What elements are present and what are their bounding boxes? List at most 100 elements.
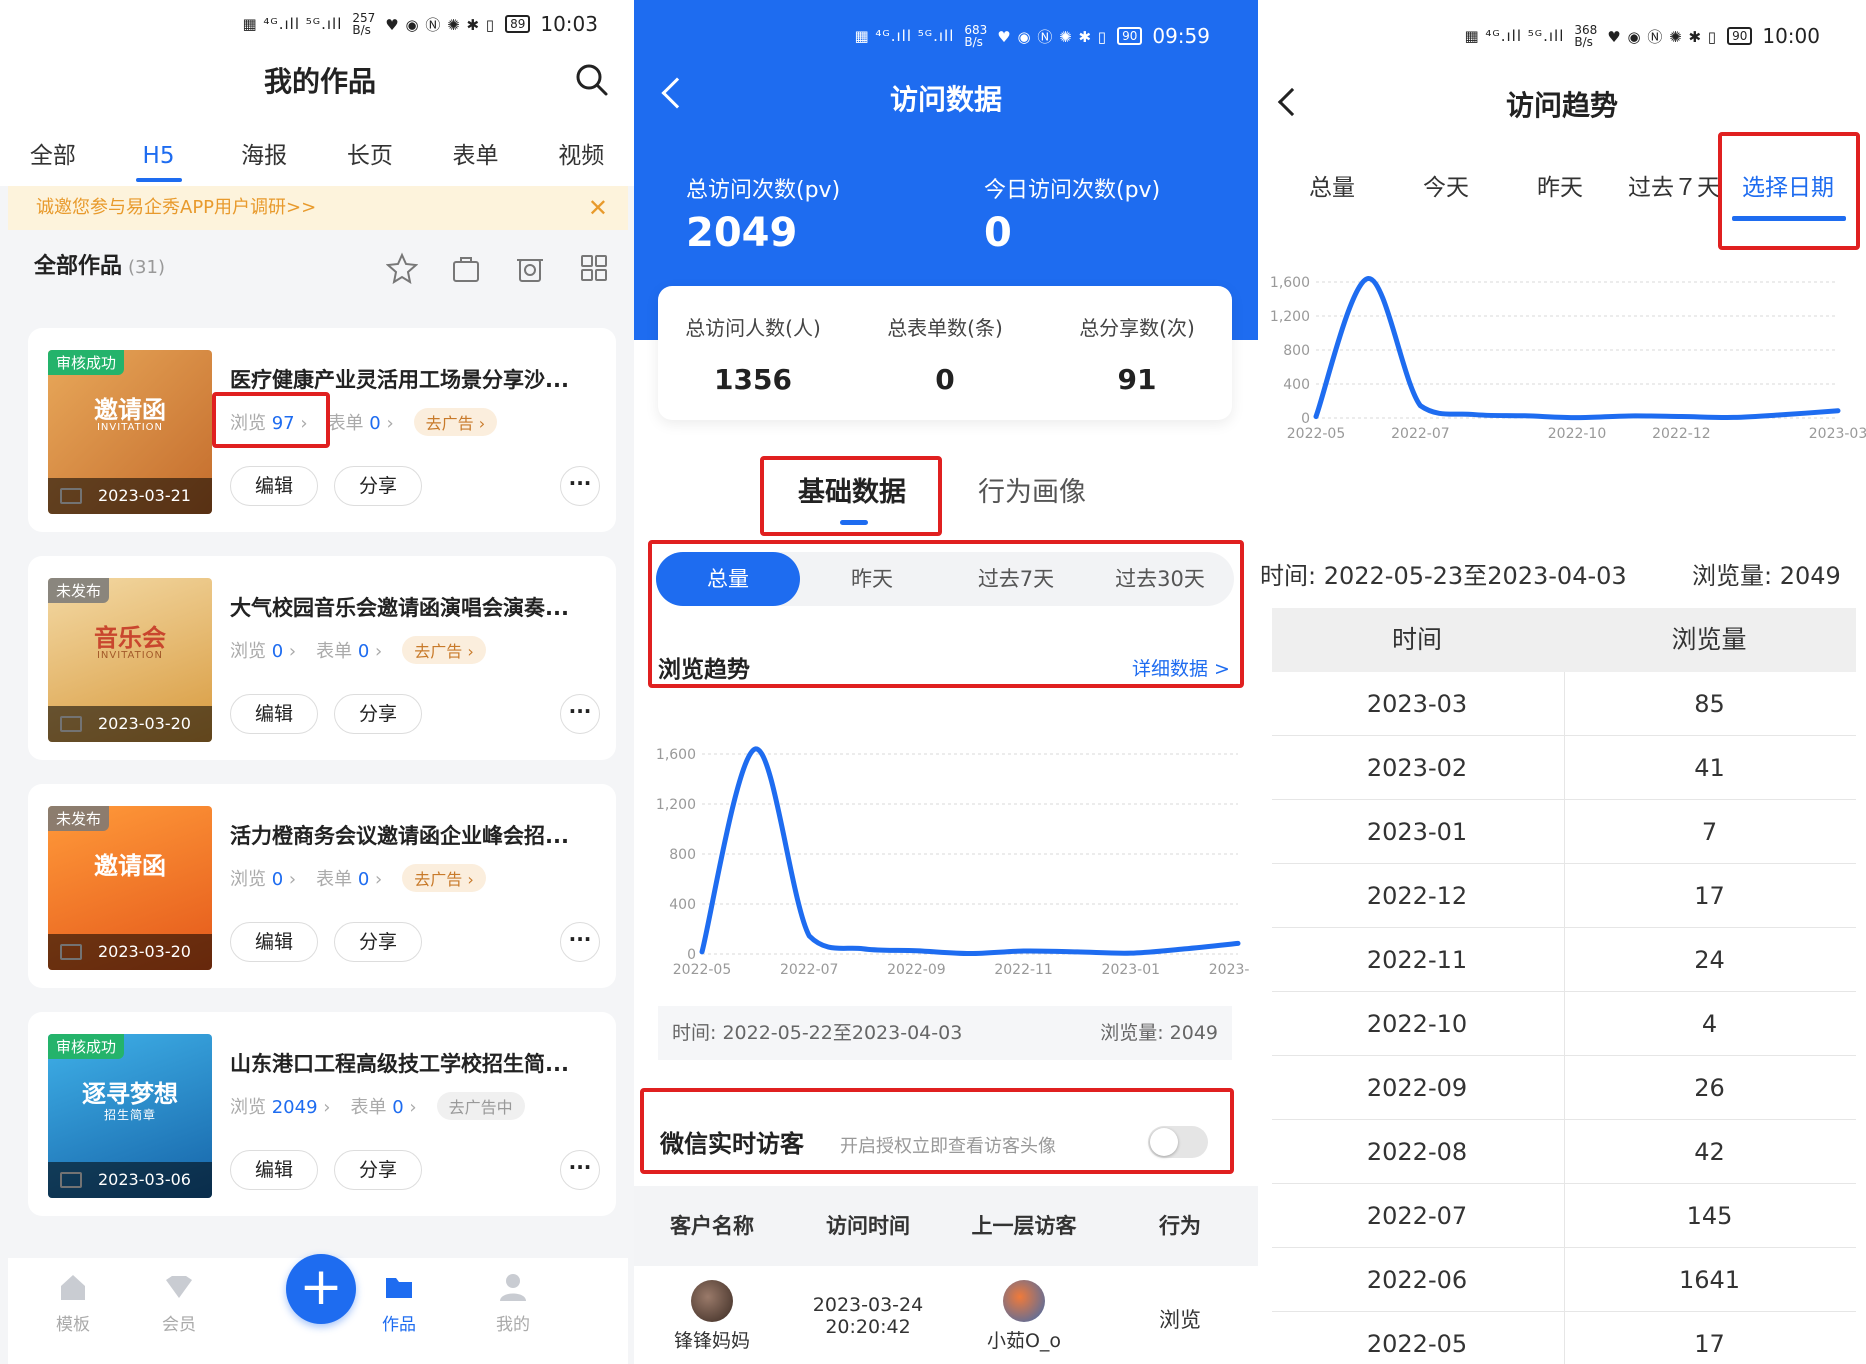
work-title[interactable]: 大气校园音乐会邀请函演唱会演奏... bbox=[230, 592, 600, 622]
table-row: 2022-10 4 bbox=[1272, 992, 1856, 1056]
toolbar bbox=[386, 252, 610, 284]
tab-h5[interactable]: H5 bbox=[106, 136, 212, 186]
table-row: 2022-12 17 bbox=[1272, 864, 1856, 928]
forms-label: 表单 bbox=[350, 1097, 387, 1118]
search-icon[interactable] bbox=[574, 62, 610, 98]
tab-behavior-profile[interactable]: 行为画像 bbox=[978, 470, 1086, 509]
tab-total[interactable]: 总量 bbox=[1276, 168, 1388, 202]
x-tick-label: 2023-03 bbox=[1809, 426, 1866, 442]
forms-link[interactable]: 表单 0 › bbox=[350, 1093, 416, 1119]
visitor-row[interactable]: 锋锋妈妈 2023-03-24 20:20:42 小茹O_o 浏览 bbox=[634, 1266, 1258, 1364]
series-line bbox=[1313, 276, 1841, 421]
views-link[interactable]: 浏览 2049 › bbox=[230, 1093, 330, 1119]
tabbar-label: 我的 bbox=[496, 1315, 530, 1335]
star-icon[interactable] bbox=[386, 252, 418, 284]
table-row: 2023-02 41 bbox=[1272, 736, 1856, 800]
edit-button[interactable]: 编辑 bbox=[230, 922, 318, 962]
work-card[interactable]: 未发布 音乐会 INVITATION 2023-03-20 大气校园音乐会邀请函… bbox=[28, 556, 616, 760]
share-button[interactable]: 分享 bbox=[334, 694, 422, 734]
summary-label: 总访问人数(人) bbox=[685, 316, 821, 340]
work-stats: 浏览 2049 › 表单 0 › 去广告中 bbox=[230, 1092, 525, 1120]
table-row: 2022-06 1641 bbox=[1272, 1248, 1856, 1312]
remove-ads-button[interactable]: 去广告 › bbox=[402, 864, 486, 892]
work-card[interactable]: 未发布 邀请函 2023-03-20 活力橙商务会议邀请函企业峰会招... 浏览… bbox=[28, 784, 616, 988]
table-row: 2022-09 26 bbox=[1272, 1056, 1856, 1120]
views-label: 浏览 bbox=[230, 869, 266, 890]
create-button[interactable]: + bbox=[286, 1254, 356, 1324]
remove-ads-button[interactable]: 去广告 › bbox=[413, 408, 498, 436]
prev-visitor-name: 小茹O_o bbox=[986, 1330, 1062, 1352]
visitor-action: 浏览 bbox=[1159, 1308, 1201, 1332]
forms-count: 0 bbox=[392, 1097, 404, 1118]
remove-ads-button[interactable]: 去广告中 bbox=[436, 1092, 525, 1120]
work-thumbnail[interactable]: 未发布 邀请函 2023-03-20 bbox=[48, 806, 212, 970]
remove-ads-label: 去广告 bbox=[425, 414, 474, 433]
x-tick-label: 2023-01 bbox=[1102, 962, 1161, 978]
forms-link[interactable]: 表单 0 › bbox=[316, 865, 382, 891]
page-title: 访问趋势 bbox=[1505, 89, 1618, 122]
more-button[interactable]: ··· bbox=[560, 1150, 600, 1190]
grid-icon[interactable] bbox=[578, 252, 610, 284]
tab-poster[interactable]: 海报 bbox=[211, 136, 317, 186]
highlight-box bbox=[760, 456, 942, 536]
header-action: 行为 bbox=[1159, 1214, 1201, 1238]
work-date: 2023-03-20 bbox=[48, 934, 212, 970]
views-count: 0 bbox=[271, 869, 284, 890]
work-thumbnail[interactable]: 审核成功 逐寻梦想 招生简章 2023-03-06 bbox=[48, 1034, 212, 1198]
tabbar-item-mine[interactable]: 我的 bbox=[468, 1270, 558, 1335]
visitor-customer: 锋锋妈妈 bbox=[634, 1280, 790, 1353]
tab-video[interactable]: 视频 bbox=[528, 136, 634, 186]
remove-ads-button[interactable]: 去广告 › bbox=[402, 636, 486, 664]
forms-link[interactable]: 表单 0 › bbox=[328, 409, 394, 435]
tab-form[interactable]: 表单 bbox=[423, 136, 529, 186]
views-link[interactable]: 浏览 0 › bbox=[230, 865, 296, 891]
views-link[interactable]: 浏览 0 › bbox=[230, 637, 296, 663]
thumb-caption: 音乐会 bbox=[94, 624, 166, 652]
tabbar-item-templates[interactable]: 模板 bbox=[28, 1270, 118, 1335]
tab-last-7-days[interactable]: 过去７天 bbox=[1618, 168, 1730, 202]
work-title[interactable]: 山东港口工程高级技工学校招生简... bbox=[230, 1048, 600, 1078]
more-button[interactable]: ··· bbox=[560, 466, 600, 506]
table-row: 2022-11 24 bbox=[1272, 928, 1856, 992]
status-badge: 未发布 bbox=[48, 806, 110, 831]
tabbar-label: 作品 bbox=[382, 1315, 416, 1335]
summary-value: 91 bbox=[1117, 363, 1157, 396]
cell-views: 17 bbox=[1564, 1312, 1854, 1364]
work-thumbnail[interactable]: 审核成功 邀请函 INVITATION 2023-03-21 bbox=[48, 350, 212, 514]
tabbar-item-vip[interactable]: 会员 bbox=[134, 1270, 224, 1335]
edit-button[interactable]: 编辑 bbox=[230, 466, 318, 506]
header-customer: 客户名称 bbox=[670, 1214, 754, 1238]
work-title[interactable]: 医疗健康产业灵活用工场景分享沙... bbox=[230, 364, 600, 394]
table-row: 2022-08 42 bbox=[1272, 1120, 1856, 1184]
more-button[interactable]: ··· bbox=[560, 694, 600, 734]
bag-icon[interactable] bbox=[450, 252, 482, 284]
share-button[interactable]: 分享 bbox=[334, 1150, 422, 1190]
forms-count: 0 bbox=[357, 869, 370, 890]
close-icon[interactable]: ✕ bbox=[588, 186, 608, 230]
work-stats: 浏览 0 › 表单 0 › 去广告 › bbox=[230, 864, 486, 892]
edit-button[interactable]: 编辑 bbox=[230, 694, 318, 734]
table-row: 2022-07 145 bbox=[1272, 1184, 1856, 1248]
forms-link[interactable]: 表单 0 › bbox=[316, 637, 382, 663]
edit-button[interactable]: 编辑 bbox=[230, 1150, 318, 1190]
system-icons: ♥ ◉ Ⓝ ✺ ✱ ▯ bbox=[1607, 27, 1718, 46]
table-row: 2023-03 85 bbox=[1272, 672, 1856, 736]
share-button[interactable]: 分享 bbox=[334, 922, 422, 962]
forms-label: 表单 bbox=[327, 413, 364, 434]
share-button[interactable]: 分享 bbox=[334, 466, 422, 506]
cell-views: 24 bbox=[1564, 928, 1854, 992]
work-card[interactable]: 审核成功 逐寻梦想 招生简章 2023-03-06 山东港口工程高级技工学校招生… bbox=[28, 1012, 616, 1216]
tab-long-page[interactable]: 长页 bbox=[317, 136, 423, 186]
tab-all[interactable]: 全部 bbox=[0, 136, 106, 186]
tab-yesterday[interactable]: 昨天 bbox=[1504, 168, 1616, 202]
trash-icon[interactable] bbox=[514, 252, 546, 284]
tabbar-item-works[interactable]: 作品 bbox=[354, 1270, 444, 1335]
tab-today[interactable]: 今天 bbox=[1390, 168, 1502, 202]
tabbar-label: 模板 bbox=[56, 1315, 90, 1335]
work-thumbnail[interactable]: 未发布 音乐会 INVITATION 2023-03-20 bbox=[48, 578, 212, 742]
survey-banner[interactable]: 诚邀您参与易企秀APP用户调研>> ✕ bbox=[8, 186, 628, 230]
visit-data-screen: ▦ ⁴ᴳ.ıll ⁵ᴳ.ıll 683 B/s ♥ ◉ Ⓝ ✺ ✱ ▯ 90 0… bbox=[634, 0, 1258, 1364]
work-title[interactable]: 活力橙商务会议邀请函企业峰会招... bbox=[230, 820, 600, 850]
highlight-box bbox=[640, 1088, 1234, 1174]
more-button[interactable]: ··· bbox=[560, 922, 600, 962]
